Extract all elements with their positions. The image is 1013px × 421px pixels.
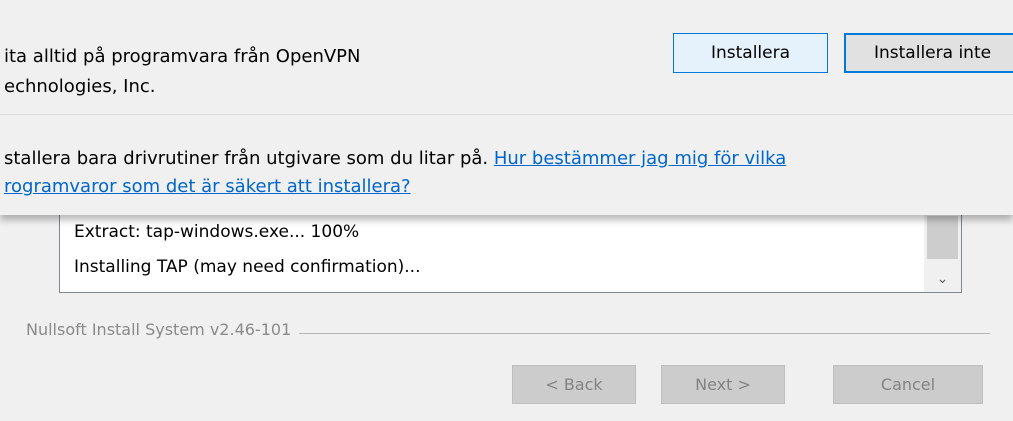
help-link[interactable]: rogramvaror som det är säkert att instal… [4,176,411,197]
trust-section: ita alltid på programvara från OpenVPN e… [0,0,1013,114]
warning-text: stallera bara drivrutiner från utgivare … [4,145,786,201]
next-button[interactable]: Next > [661,365,785,404]
trust-line: ita alltid på programvara från OpenVPN [4,46,361,67]
chevron-down-icon[interactable]: ⌄ [924,270,961,288]
cancel-button[interactable]: Cancel [833,365,983,404]
install-button[interactable]: Installera [673,33,828,73]
log-line: Extract: tap-windows.exe... 100% [74,222,360,242]
help-link[interactable]: Hur bestämmer jag mig för vilka [494,148,786,169]
back-button[interactable]: < Back [512,365,636,404]
trust-text: ita alltid på programvara från OpenVPN e… [4,42,361,102]
warning-section: stallera bara drivrutiner från utgivare … [0,115,1013,215]
trust-line: echnologies, Inc. [4,76,156,97]
branding-row: Nullsoft Install System v2.46-101 [0,320,990,340]
log-line: Installing TAP (may need confirmation)..… [74,257,421,277]
security-dialog: ita alltid på programvara från OpenVPN e… [0,0,1013,215]
warning-label: stallera bara drivrutiner från utgivare … [4,148,489,169]
branding-text: Nullsoft Install System v2.46-101 [26,320,300,339]
dont-install-button[interactable]: Installera inte [844,33,1013,73]
scrollbar-thumb[interactable] [927,216,958,259]
